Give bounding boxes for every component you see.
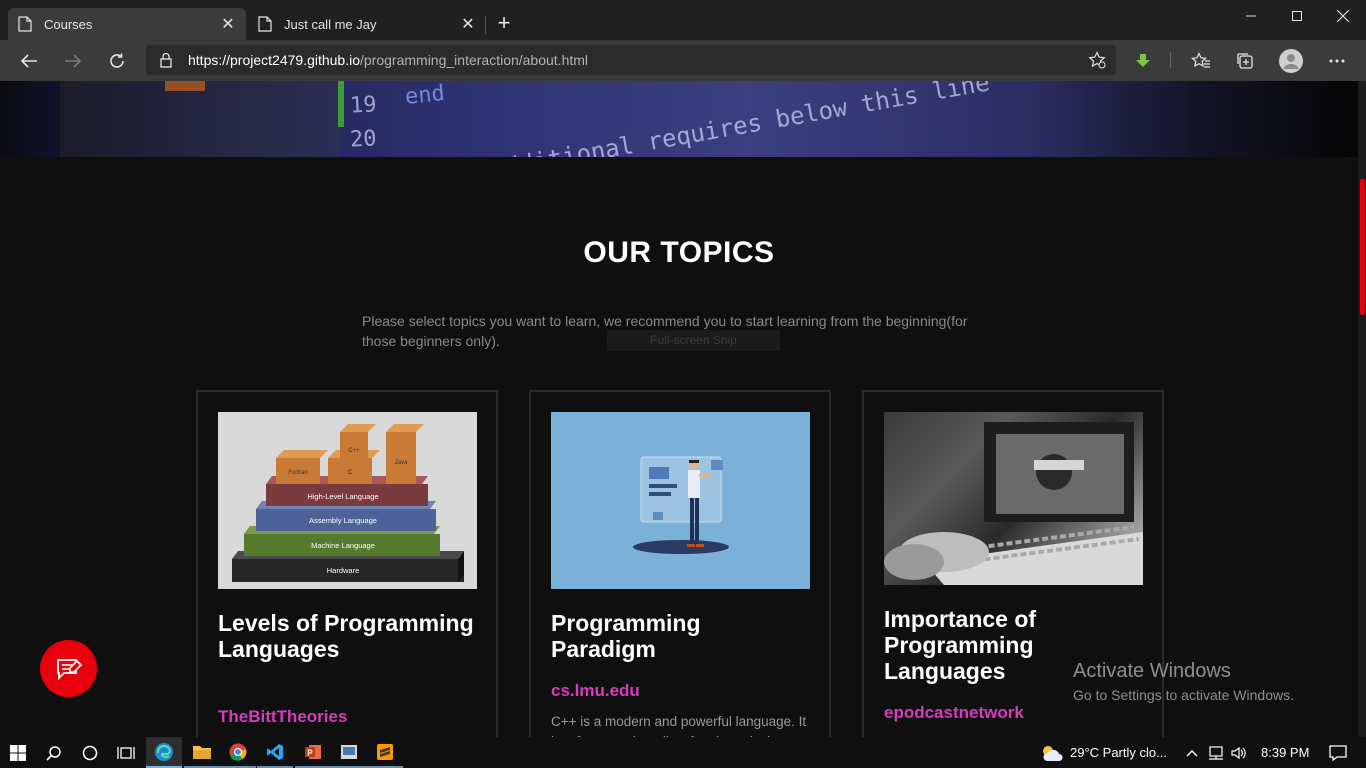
hero-code-text: 19: [349, 92, 378, 119]
clock-time[interactable]: 8:39 PM: [1261, 745, 1309, 760]
block-label: Java: [395, 460, 408, 466]
page-icon: [258, 16, 272, 32]
tab-courses[interactable]: Courses ✕: [8, 8, 246, 40]
topic-card-paradigm[interactable]: Programming Paradigm cs.lmu.edu C++ is a…: [529, 390, 831, 737]
profile-icon[interactable]: [1276, 46, 1306, 76]
block-label: C++: [348, 448, 360, 454]
network-icon[interactable]: [1205, 737, 1227, 768]
weather-text[interactable]: 29°C Partly clo...: [1070, 745, 1167, 760]
close-icon[interactable]: ✕: [220, 16, 236, 33]
download-icon[interactable]: [1128, 46, 1158, 76]
snip-overlay: Full-screen Snip: [607, 330, 780, 351]
layer-label: High-Level Language: [307, 492, 378, 501]
chevron-up-icon[interactable]: [1182, 737, 1202, 768]
back-icon[interactable]: [14, 46, 44, 76]
layer-label: Machine Language: [311, 541, 375, 550]
page-scrollbar[interactable]: [1358, 81, 1366, 737]
card-title[interactable]: Programming Paradigm: [551, 610, 811, 662]
block-label: Fortran: [288, 470, 307, 476]
url-text: https://project2479.github.io/programmin…: [188, 52, 589, 68]
card-source-link[interactable]: TheBittTheories: [218, 707, 347, 727]
close-icon[interactable]: ✕: [460, 16, 476, 33]
tab-title: Just call me Jay: [284, 16, 377, 32]
activate-windows-watermark: Activate Windows Go to Settings to activ…: [1073, 660, 1294, 703]
card-title[interactable]: Levels of Programming Languages: [218, 610, 478, 662]
search-icon[interactable]: [36, 737, 72, 768]
card-image: [551, 412, 810, 589]
layer-label: Hardware: [327, 566, 360, 575]
hero-code-text: end: [403, 81, 446, 111]
layer-label: Assembly Language: [309, 516, 377, 525]
hero-code-text: add additional requires below this line: [431, 81, 992, 157]
task-view-icon[interactable]: [108, 737, 144, 768]
card-image: C++ Fortran C Java High-Level Language A…: [218, 412, 477, 589]
window-close-button[interactable]: [1320, 0, 1366, 32]
card-source-link[interactable]: cs.lmu.edu: [551, 681, 640, 701]
tab-separator: [485, 16, 486, 34]
chrome-icon[interactable]: [220, 737, 256, 768]
watermark-title: Activate Windows: [1073, 660, 1231, 682]
forward-icon[interactable]: [58, 46, 88, 76]
app-icon[interactable]: [331, 737, 367, 768]
hero-code-text: 20: [349, 126, 378, 153]
cortana-icon[interactable]: [72, 737, 108, 768]
card-image: [884, 412, 1143, 585]
toolbar-separator: [1170, 52, 1171, 68]
section-title: OUR TOPICS: [583, 236, 775, 269]
svg-text:P: P: [307, 748, 313, 757]
watermark-subtitle: Go to Settings to activate Windows.: [1073, 687, 1294, 703]
tab-strip: Courses ✕ Just call me Jay ✕ +: [0, 0, 1366, 40]
scrollbar-thumb[interactable]: [1360, 179, 1365, 315]
plus-icon[interactable]: +: [492, 12, 516, 36]
card-description: C++ is a modern and powerful language. I…: [551, 714, 807, 737]
minimize-button[interactable]: [1228, 0, 1274, 32]
powerpoint-icon[interactable]: P: [295, 737, 331, 768]
feedback-button[interactable]: [40, 640, 97, 697]
collections-icon[interactable]: [1230, 46, 1260, 76]
card-source-link[interactable]: epodcastnetwork: [884, 703, 1024, 723]
weather-icon[interactable]: [1034, 737, 1070, 768]
topic-card-levels[interactable]: C++ Fortran C Java High-Level Language A…: [196, 390, 498, 737]
lock-icon: [160, 52, 172, 68]
favorites-icon[interactable]: [1186, 46, 1216, 76]
page-icon: [18, 16, 32, 32]
maximize-button[interactable]: [1274, 0, 1320, 32]
tab-title: Courses: [44, 16, 93, 32]
folder-icon[interactable]: [184, 737, 220, 768]
windows-icon[interactable]: [0, 737, 36, 768]
hero-banner-image: 19 20 end add additional requires below …: [0, 81, 1358, 157]
notification-icon[interactable]: [1320, 737, 1356, 768]
address-bar[interactable]: https://project2479.github.io/programmin…: [146, 45, 1116, 75]
refresh-icon[interactable]: [102, 46, 132, 76]
add-favorite-icon[interactable]: [1088, 51, 1106, 69]
page-viewport: 19 20 end add additional requires below …: [0, 81, 1366, 737]
vscode-icon[interactable]: [257, 737, 293, 768]
more-icon[interactable]: [1322, 46, 1352, 76]
tab-just-call-me-jay[interactable]: Just call me Jay ✕: [248, 8, 486, 40]
windows-taskbar: P 29°C Partly clo... 8:39 PM: [0, 737, 1366, 768]
block-label: C: [348, 470, 353, 476]
volume-icon[interactable]: [1228, 737, 1250, 768]
feedback-icon: [56, 658, 82, 680]
browser-toolbar: https://project2479.github.io/programmin…: [0, 40, 1366, 81]
sublime-icon[interactable]: [367, 737, 403, 768]
edge-icon[interactable]: [146, 737, 182, 768]
